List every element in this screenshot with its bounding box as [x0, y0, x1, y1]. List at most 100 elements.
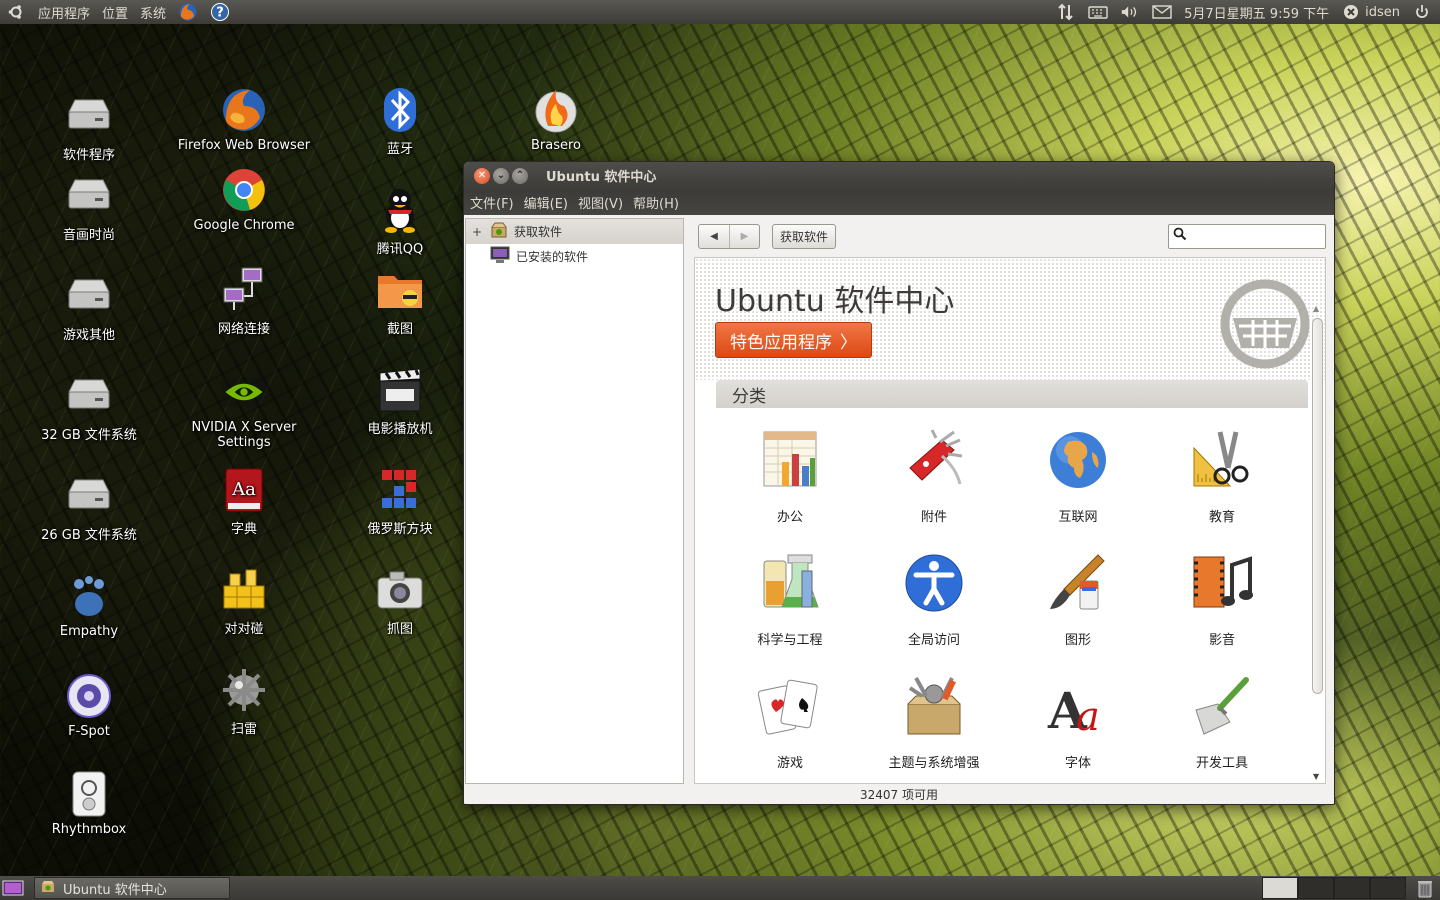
keyboard-icon[interactable] — [1088, 2, 1108, 22]
window-menubar: 文件(F) 编辑(E) 视图(V) 帮助(H) — [464, 189, 1334, 215]
desktop-icon-rhythmbox[interactable]: Rhythmbox — [14, 770, 164, 837]
show-desktop-icon[interactable] — [2, 879, 24, 900]
themes-icon — [902, 674, 966, 738]
user-menu[interactable]: idsen — [1341, 2, 1400, 22]
category-internet[interactable]: 互联网 — [1006, 422, 1150, 535]
workspace-1[interactable] — [1262, 877, 1298, 899]
desktop-icon-drive[interactable]: 32 GB 文件系统 — [14, 372, 164, 443]
sidebar-item-get-software[interactable]: + 获取软件 — [466, 219, 683, 244]
category-label: 开发工具 — [1195, 756, 1248, 771]
desktop-icon-bluetooth[interactable]: 蓝牙 — [325, 86, 475, 157]
workspace-3[interactable] — [1334, 877, 1370, 899]
desktop-icon-dictionary[interactable]: Aa 字典 — [169, 466, 319, 537]
workspace-2[interactable] — [1298, 877, 1334, 899]
desktop-icon-label: 抓图 — [386, 622, 413, 637]
workspace-switcher — [1262, 877, 1406, 899]
scrollbar-thumb[interactable] — [1312, 318, 1323, 694]
category-education[interactable]: 教育 — [1150, 422, 1294, 535]
desktop-icon-label: 俄罗斯方块 — [367, 522, 433, 537]
desktop-icon-fspot[interactable]: F-Spot — [14, 672, 164, 739]
trash-icon[interactable] — [1416, 878, 1434, 900]
firefox-icon — [220, 86, 268, 134]
desktop-icon-qq[interactable]: 腾讯QQ — [325, 186, 475, 257]
desktop-icon-firefox[interactable]: Firefox Web Browser — [169, 86, 319, 153]
desktop-icon-label: Google Chrome — [193, 218, 295, 233]
desktop-icon-brasero[interactable]: Brasero — [481, 86, 631, 153]
home-pane: Ubuntu 软件中心 特色应用程序 〉 ▲ ▼ 分类 办公 附件 互联网 教育… — [694, 257, 1326, 784]
breadcrumb-get-software[interactable]: 获取软件 — [772, 223, 837, 249]
category-fonts[interactable]: Aa 字体 — [1006, 668, 1150, 781]
category-themes[interactable]: 主题与系统增强 — [862, 668, 1006, 781]
desktop-icon-label: NVIDIA X Server Settings — [191, 420, 297, 450]
network-updown-icon[interactable] — [1056, 2, 1076, 22]
desktop-icon-label: Empathy — [59, 624, 119, 639]
help-icon[interactable]: ? — [210, 2, 230, 22]
category-accessibility[interactable]: 全局访问 — [862, 545, 1006, 658]
category-accessories[interactable]: 附件 — [862, 422, 1006, 535]
maximize-button[interactable]: ⌃ — [512, 167, 528, 184]
desktop-icon-label: 截图 — [386, 322, 413, 337]
firefox-launcher-icon[interactable] — [178, 2, 198, 22]
desktop-icon-drive[interactable]: 软件程序 — [14, 92, 164, 163]
desktop-icon-network[interactable]: 网络连接 — [169, 266, 319, 337]
chevron-right-icon: 〉 — [840, 332, 857, 353]
desktop-icon-movie[interactable]: 电影播放机 — [325, 366, 475, 437]
tetris-icon — [376, 466, 424, 514]
desktop-icon-nvidia[interactable]: NVIDIA X Server Settings — [169, 368, 319, 450]
places-menu[interactable]: 位置 — [102, 3, 128, 22]
category-graphics[interactable]: 图形 — [1006, 545, 1150, 658]
desktop-icon-drive[interactable]: 26 GB 文件系统 — [14, 472, 164, 543]
minimize-button[interactable]: ⌄ — [493, 167, 509, 184]
workspace-4[interactable] — [1370, 877, 1406, 899]
forward-button[interactable]: ▶ — [729, 224, 759, 248]
menu-view[interactable]: 视图(V) — [578, 193, 623, 212]
desktop-icon-camera[interactable]: 抓图 — [325, 566, 475, 637]
sidebar-item-installed[interactable]: 已安装的软件 — [466, 244, 683, 269]
category-multimedia[interactable]: 影音 — [1150, 545, 1294, 658]
desktop-icon-puzzle[interactable]: 对对碰 — [169, 566, 319, 637]
scroll-up-icon[interactable]: ▲ — [1313, 304, 1319, 313]
desktop-icon-drive[interactable]: 游戏其他 — [14, 272, 164, 343]
taskbar-item-software-center[interactable]: Ubuntu 软件中心 — [34, 877, 230, 899]
search-input[interactable] — [1191, 229, 1321, 243]
svg-text:a: a — [1076, 694, 1100, 738]
menu-edit[interactable]: 编辑(E) — [524, 193, 568, 212]
desktop-icon-empathy[interactable]: Empathy — [14, 572, 164, 639]
expander-icon[interactable]: + — [470, 225, 484, 239]
desktop-icon-mines[interactable]: 扫雷 — [169, 666, 319, 737]
category-developer[interactable]: 开发工具 — [1150, 668, 1294, 781]
desktop-icon-drive[interactable]: 音画时尚 — [14, 172, 164, 243]
accessibility-icon — [902, 551, 966, 615]
desktop-icon-label: 腾讯QQ — [376, 242, 424, 257]
desktop-icon-chrome[interactable]: Google Chrome — [169, 166, 319, 233]
main-area: ◀ ▶ 获取软件 Ubuntu 软件中心 特色应用程序 〉 ▲ ▼ 分类 办公 … — [690, 215, 1334, 784]
desktop-icon-screenshot-folder[interactable]: 截图 — [325, 266, 475, 337]
back-button[interactable]: ◀ — [699, 225, 729, 248]
menu-file[interactable]: 文件(F) — [470, 193, 514, 212]
scroll-down-icon[interactable]: ▼ — [1313, 772, 1319, 781]
internet-icon — [1046, 428, 1110, 492]
category-games[interactable]: 游戏 — [718, 668, 862, 781]
get-software-icon — [490, 221, 508, 242]
window-title: Ubuntu 软件中心 — [546, 170, 657, 185]
close-button[interactable]: ✕ — [474, 167, 490, 184]
featured-apps-button[interactable]: 特色应用程序 〉 — [715, 322, 872, 358]
clock[interactable]: 5月7日星期五 9:59 下午 — [1184, 3, 1329, 22]
sidebar-item-label: 已安装的软件 — [516, 250, 589, 264]
camera-icon — [376, 566, 424, 614]
applications-menu[interactable]: 应用程序 — [38, 3, 90, 22]
power-icon[interactable] — [1412, 2, 1432, 22]
menu-help[interactable]: 帮助(H) — [633, 193, 679, 212]
category-office[interactable]: 办公 — [718, 422, 862, 535]
ubuntu-logo-icon[interactable] — [6, 2, 26, 22]
system-menu[interactable]: 系统 — [140, 3, 166, 22]
scrollbar[interactable]: ▲ ▼ — [1310, 302, 1325, 783]
mail-icon[interactable] — [1152, 2, 1172, 22]
desktop-icon-tetris[interactable]: 俄罗斯方块 — [325, 466, 475, 537]
window-titlebar[interactable]: ✕ ⌄ ⌃ Ubuntu 软件中心 — [464, 162, 1334, 189]
search-field[interactable] — [1168, 223, 1326, 249]
category-science[interactable]: 科学与工程 — [718, 545, 862, 658]
developer-icon — [1190, 674, 1254, 738]
screenshot-folder-icon — [376, 266, 424, 314]
volume-icon[interactable] — [1120, 2, 1140, 22]
